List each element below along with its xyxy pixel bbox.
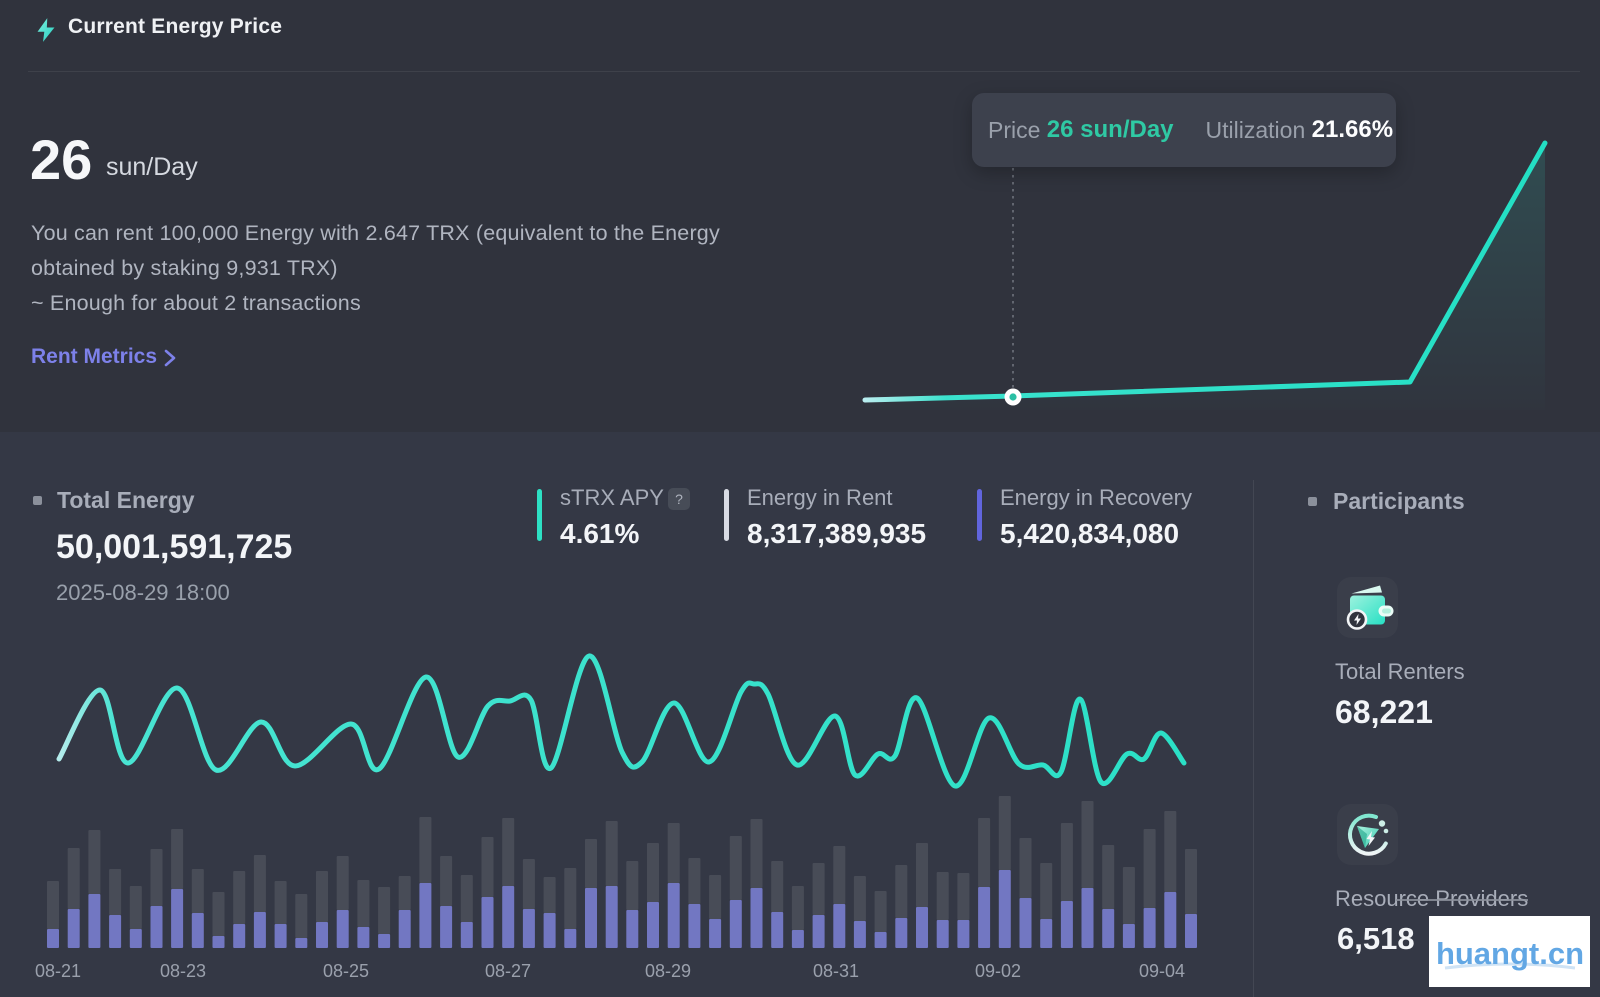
svg-text:huangt.cn: huangt.cn — [1435, 936, 1583, 971]
